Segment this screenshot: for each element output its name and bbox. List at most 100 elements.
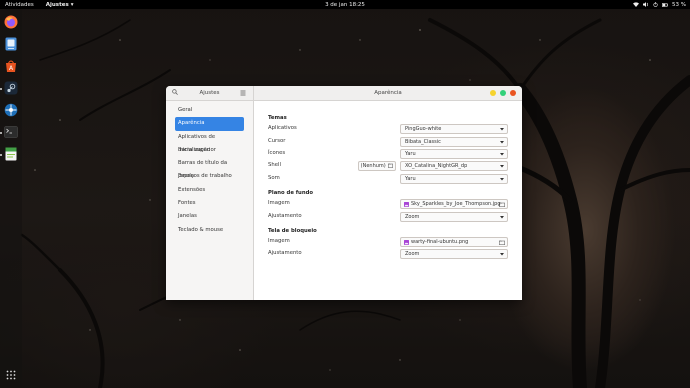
image-file-icon [404, 202, 409, 207]
sidebar-item-aplicativos-inicializacao[interactable]: Aplicativos de inicialização [175, 131, 244, 153]
background-adjust-value: Zoom [405, 214, 420, 220]
sidebar-item-aparencia[interactable]: Aparência [175, 117, 244, 131]
lockscreen-image-label: Imagem [268, 238, 290, 244]
lockscreen-image-row: Imagem warty-final-ubuntu.png [268, 237, 508, 247]
sound-theme-value: Yaru [405, 176, 416, 182]
sidebar-item-teclado-mouse[interactable]: Teclado & mouse [175, 224, 244, 237]
lockscreen-image-chooser[interactable]: warty-final-ubuntu.png [400, 237, 508, 247]
icons-theme-select[interactable]: Yaru [400, 149, 508, 159]
background-image-row: Imagem Sky_Sparkles_by_Joe_Thompson.jpg [268, 199, 508, 209]
files-icon [5, 37, 17, 53]
folder-open-icon [499, 202, 505, 207]
software-icon: A [4, 59, 18, 75]
clock-container: 3 de jan 18:25 [0, 2, 690, 8]
clock[interactable]: 3 de jan 18:25 [325, 2, 365, 8]
network-icon [4, 103, 18, 119]
app-menu-label: Ajustes [45, 1, 69, 8]
cursor-label: Cursor [268, 138, 286, 144]
running-indicator [0, 132, 2, 134]
dock-network[interactable] [3, 103, 19, 119]
dropdown-arrow-icon [500, 165, 504, 168]
sidebar: Geral Aparência Aplicativos de inicializ… [166, 101, 254, 300]
background-adjust-select[interactable]: Zoom [400, 212, 508, 222]
shell-none-button[interactable]: (Nenhum) [358, 161, 396, 171]
cursor-theme-select[interactable]: Bibata_Classic [400, 137, 508, 147]
dock-steam[interactable] [0, 81, 19, 97]
icons-theme-value: Yaru [405, 151, 416, 157]
terminal-icon [4, 126, 18, 140]
wifi-icon [633, 2, 640, 7]
dock-firefox[interactable] [3, 15, 19, 31]
minimize-button[interactable] [490, 89, 496, 96]
sidebar-item-barras-titulo[interactable]: Barras de título da janela [175, 157, 244, 179]
office-icon [5, 147, 17, 163]
battery-icon [662, 2, 668, 7]
top-bar: Atividades Ajustes ▾ 3 de jan 18:25 53 % [0, 0, 690, 9]
window-controls [490, 89, 516, 96]
caret-down-icon: ▾ [70, 1, 74, 8]
dropdown-arrow-icon [500, 141, 504, 144]
content-header: Aparência [254, 86, 522, 101]
close-button[interactable] [510, 89, 516, 96]
icons-label: Ícones [268, 150, 286, 156]
dock-software[interactable]: A [3, 59, 19, 75]
apps-grid-icon [6, 370, 16, 382]
shell-label: Shell [268, 162, 281, 168]
running-indicator [0, 154, 2, 156]
tweaks-window: Ajustes Aparência Geral Aparência Aplica… [166, 86, 522, 300]
image-file-icon [404, 240, 409, 245]
dropdown-arrow-icon [500, 153, 504, 156]
sidebar-item-janelas[interactable]: Janelas [175, 210, 244, 223]
menu-button[interactable] [240, 90, 246, 98]
power-icon [653, 2, 658, 7]
dropdown-arrow-icon [500, 128, 504, 131]
lockscreen-image-value: warty-final-ubuntu.png [411, 239, 469, 245]
shell-theme-select[interactable]: XO_Catalina_NightGR_dp [400, 161, 508, 171]
dock-office[interactable] [0, 147, 19, 163]
sound-label: Som [268, 175, 280, 181]
lockscreen-adjust-value: Zoom [405, 251, 420, 257]
dropdown-arrow-icon [500, 253, 504, 256]
system-tray[interactable]: 53 % [633, 2, 686, 8]
dropdown-arrow-icon [500, 216, 504, 219]
dock-terminal[interactable] [0, 125, 19, 141]
activities-button[interactable]: Atividades [5, 2, 34, 8]
header-bar: Ajustes Aparência [166, 86, 522, 101]
sidebar-item-geral[interactable]: Geral [175, 104, 244, 117]
shell-none-label: (Nenhum) [360, 163, 386, 169]
applications-row: Aplicativos PingGuo-white [268, 124, 508, 134]
background-adjust-row: Ajustamento Zoom [268, 212, 508, 222]
sound-row: Som Yaru [268, 174, 508, 184]
icons-row: Ícones Yaru [268, 149, 508, 159]
page-title: Aparência [374, 90, 402, 96]
sidebar-item-fontes[interactable]: Fontes [175, 197, 244, 210]
sidebar-item-extensoes[interactable]: Extensões [175, 184, 244, 197]
battery-percent: 53 % [672, 1, 686, 8]
shell-row: Shell (Nenhum) XO_Catalina_NightGR_dp [268, 161, 508, 171]
background-image-value: Sky_Sparkles_by_Joe_Thompson.jpg [411, 201, 501, 207]
running-indicator [0, 88, 2, 90]
background-image-label: Imagem [268, 200, 290, 206]
dock-show-apps[interactable] [3, 368, 19, 384]
background-image-chooser[interactable]: Sky_Sparkles_by_Joe_Thompson.jpg [400, 199, 508, 209]
appearance-panel: Temas Aplicativos PingGuo-white Cursor B… [254, 101, 522, 300]
cursor-row: Cursor Bibata_Classic [268, 137, 508, 147]
dock-files[interactable] [3, 37, 19, 53]
sound-theme-select[interactable]: Yaru [400, 174, 508, 184]
volume-icon [643, 2, 649, 7]
applications-theme-value: PingGuo-white [405, 126, 442, 132]
folder-open-icon [388, 163, 394, 168]
app-menu[interactable]: Ajustes ▾ [46, 2, 74, 8]
sidebar-item-espacos-trabalho[interactable]: Espaços de trabalho [175, 170, 244, 183]
lockscreen-adjust-row: Ajustamento Zoom [268, 249, 508, 259]
lockscreen-adjust-label: Ajustamento [268, 250, 302, 256]
applications-label: Aplicativos [268, 125, 297, 131]
sidebar-item-barra-superior[interactable]: Barra superior [175, 144, 244, 157]
background-adjust-label: Ajustamento [268, 213, 302, 219]
lockscreen-adjust-select[interactable]: Zoom [400, 249, 508, 259]
themes-section-title: Temas [268, 115, 287, 121]
background-section-title: Plano de fundo [268, 190, 314, 196]
maximize-button[interactable] [500, 89, 506, 96]
applications-theme-select[interactable]: PingGuo-white [400, 124, 508, 134]
steam-icon [4, 81, 18, 97]
